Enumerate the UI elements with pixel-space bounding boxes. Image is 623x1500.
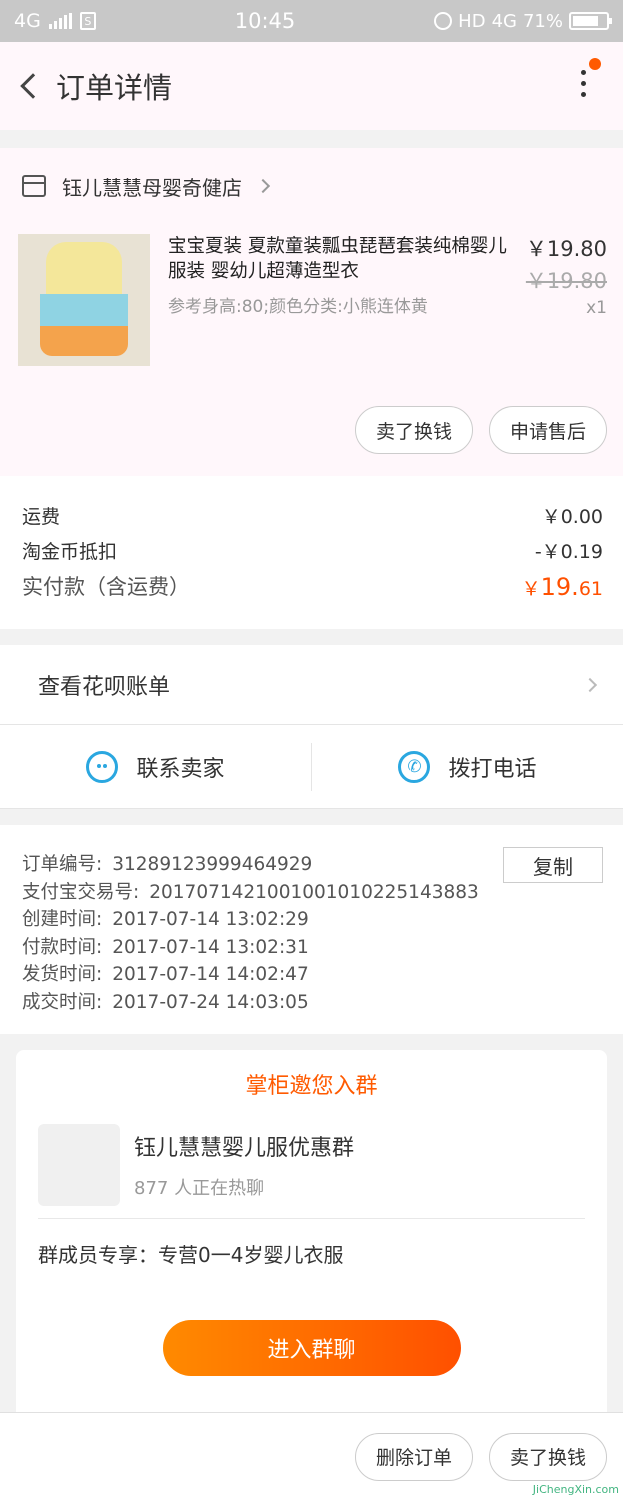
total-label: 实付款（含运费） [22, 575, 190, 599]
chevron-right-icon [582, 677, 598, 692]
sell-exchange-button[interactable]: 卖了换钱 [354, 406, 473, 454]
product-row[interactable]: 宝宝夏装 夏款童装瓢虫琵琶套装纯棉婴儿服装 婴幼儿超薄造型衣 参考身高:80;颜… [0, 224, 623, 384]
shop-icon [22, 175, 46, 197]
watermark: JiChengXin.com [532, 1483, 619, 1496]
status-bar: 4G S 10:45 HD 4G 71% [0, 0, 623, 42]
after-sale-button[interactable]: 申请售后 [488, 406, 607, 454]
battery-icon [568, 12, 612, 30]
group-perk: 群成员专享：专营0一4岁婴儿衣服 [38, 1243, 344, 1267]
product-title: 宝宝夏装 夏款童装瓢虫琵琶套装纯棉婴儿服装 婴幼儿超薄造型衣 [168, 236, 507, 282]
info-row: 发货时间: 2017-07-14 14:02:47 [22, 964, 309, 985]
more-menu-icon[interactable] [581, 70, 587, 97]
info-row: 创建时间: 2017-07-14 13:02:29 [22, 909, 309, 930]
contact-bar: 联系卖家 ✆ 拨打电话 [0, 725, 623, 809]
clock: 10:45 [234, 9, 296, 33]
contact-seller-button[interactable]: 联系卖家 [0, 750, 311, 783]
cost-summary: 运费 ￥0.00 淘金币抵扣 -￥0.19 实付款（含运费） ￥19.61 [0, 476, 623, 629]
page-title: 订单详情 [56, 71, 173, 105]
shop-row[interactable]: 钰儿慧慧母婴奇健店 [0, 148, 623, 224]
sim-icon: S [79, 12, 96, 30]
navbar: 订单详情 [0, 42, 623, 130]
info-row: 付款时间: 2017-07-14 13:02:31 [22, 936, 309, 958]
group-invite-title: 掌柜邀您入群 [245, 1074, 378, 1099]
call-phone-button[interactable]: ✆ 拨打电话 [312, 750, 623, 783]
alarm-icon [434, 12, 453, 30]
info-row: 成交时间: 2017-07-24 14:03:05 [22, 991, 309, 1013]
sell-exchange-bottom-button[interactable]: 卖了换钱 [488, 1432, 607, 1481]
contact-seller-label: 联系卖家 [136, 756, 225, 782]
call-phone-label: 拨打电话 [448, 756, 537, 782]
battery-percent: 71% [522, 10, 563, 32]
total-value: ￥19.61 [521, 573, 603, 601]
product-original-price: ￥19.80 [525, 269, 607, 293]
signal-icon [48, 13, 72, 29]
huabei-bill-link[interactable]: 查看花呗账单 [0, 645, 623, 725]
phone-icon: ✆ [398, 750, 431, 783]
shop-name: 钰儿慧慧母婴奇健店 [62, 175, 242, 200]
join-group-button[interactable]: 进入群聊 [162, 1320, 461, 1376]
group-name: 钰儿慧慧婴儿服优惠群 [134, 1136, 355, 1161]
order-item-card: 钰儿慧慧母婴奇健店 宝宝夏装 夏款童装瓢虫琵琶套装纯棉婴儿服装 婴幼儿超薄造型衣… [0, 148, 623, 476]
huabei-label: 查看花呗账单 [38, 674, 171, 700]
product-thumbnail[interactable] [18, 234, 150, 366]
product-quantity: x1 [586, 298, 607, 318]
notification-dot [589, 58, 601, 70]
shipping-value: ￥0.00 [541, 506, 603, 528]
coin-deduction-value: -￥0.19 [534, 541, 603, 563]
group-member-count: 877 人正在热聊 [134, 1178, 265, 1199]
order-info: 复制 订单编号: 31289123999464929 支付宝交易号: 2017071… [0, 825, 623, 1034]
network-label-2: 4G [491, 10, 517, 32]
product-price: ￥19.80 [525, 237, 607, 261]
product-sku: 参考身高:80;颜色分类:小熊连体黄 [168, 297, 428, 317]
chevron-right-icon [255, 178, 271, 194]
bottom-action-bar: 删除订单 卖了换钱 JiChengXin.com [0, 1412, 623, 1500]
group-invite-card: 掌柜邀您入群 钰儿慧慧婴儿服优惠群 877 人正在热聊 群成员专享：专营0一4岁… [16, 1050, 607, 1420]
copy-button[interactable]: 复制 [503, 847, 603, 883]
group-avatar [38, 1124, 120, 1206]
chat-face-icon [86, 750, 119, 783]
coin-deduction-label: 淘金币抵扣 [22, 541, 118, 563]
back-arrow-icon[interactable] [20, 73, 46, 99]
delete-order-button[interactable]: 删除订单 [354, 1432, 473, 1481]
network-label: 4G [14, 10, 41, 32]
shipping-label: 运费 [22, 506, 61, 528]
hd-label: HD [458, 10, 486, 32]
